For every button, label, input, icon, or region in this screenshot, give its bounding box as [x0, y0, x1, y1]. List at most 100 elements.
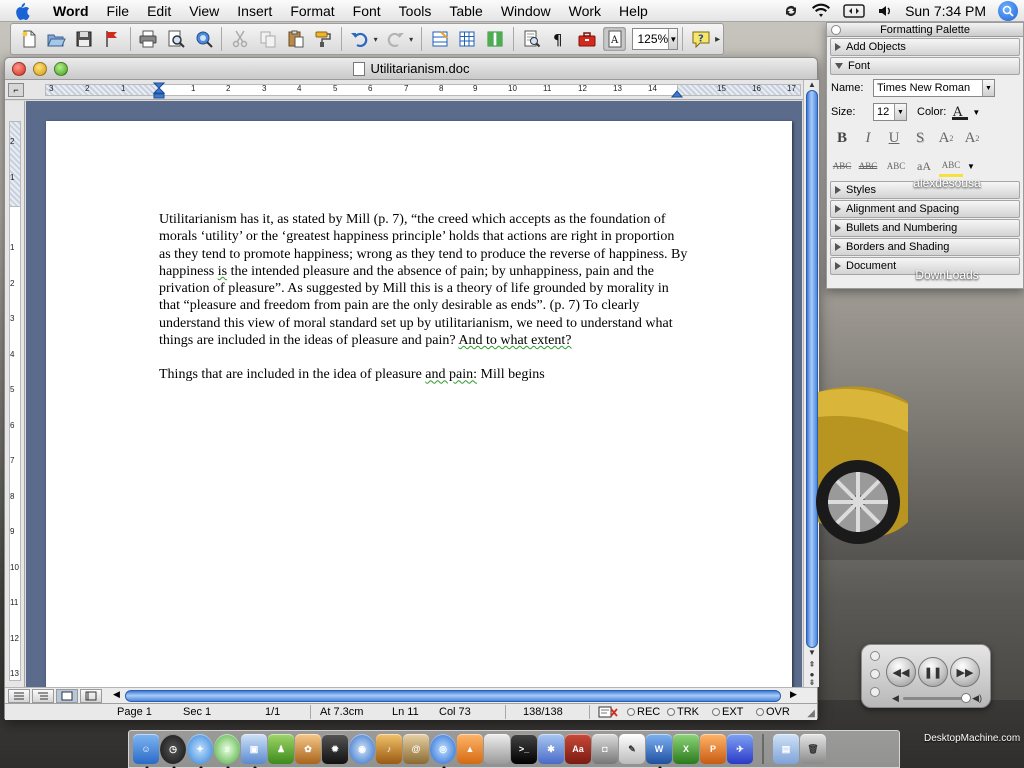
document-body[interactable]: Utilitarianism has it, as stated by Mill… — [159, 211, 689, 401]
resize-grip-icon[interactable]: ◢ — [807, 708, 815, 719]
flag-icon[interactable] — [100, 27, 124, 51]
web-preview-icon[interactable] — [192, 27, 216, 51]
volume-track[interactable] — [902, 692, 971, 703]
volume-slider[interactable]: ◀ ◀) — [892, 692, 982, 703]
notebook-view-button[interactable] — [80, 689, 102, 703]
palette-titlebar[interactable]: Formatting Palette — [827, 23, 1023, 37]
controller-zoom-button[interactable] — [870, 687, 880, 697]
normal-view-button[interactable] — [8, 689, 30, 703]
dock-textedit-icon[interactable]: ✎ — [619, 734, 645, 764]
undo-icon[interactable] — [348, 27, 372, 51]
redo-icon[interactable] — [384, 27, 408, 51]
dock-entourage-icon[interactable]: ✈ — [727, 734, 753, 764]
menu-view[interactable]: View — [180, 0, 228, 22]
help-icon[interactable]: ? — [689, 27, 713, 51]
highlight-button[interactable]: ABC — [939, 155, 963, 177]
dock-finder-icon[interactable]: ☺ — [133, 734, 159, 768]
paragraph-2[interactable]: Things that are included in the idea of … — [159, 366, 689, 383]
dock-powerpoint-icon[interactable]: P — [700, 734, 726, 764]
window-zoom-button[interactable] — [54, 62, 68, 76]
dock-grapher-icon[interactable]: ✱ — [538, 734, 564, 764]
zoom-dropdown-icon[interactable]: ▼ — [668, 29, 678, 49]
dock-iphoto-icon[interactable]: ✿ — [295, 734, 321, 764]
font-color-button[interactable]: A ▼ — [950, 103, 980, 121]
menu-table[interactable]: Table — [440, 0, 491, 22]
scroll-up-icon[interactable]: ▲ — [806, 80, 818, 90]
dock-imovie-icon[interactable]: ✹ — [322, 734, 348, 764]
controller-minimize-button[interactable] — [870, 669, 880, 679]
right-indent-marker-icon[interactable] — [671, 88, 683, 98]
palette-section-add-objects[interactable]: Add Objects — [830, 38, 1020, 56]
print-preview-icon[interactable] — [164, 27, 188, 51]
display-icon[interactable] — [843, 4, 865, 18]
sync-icon[interactable] — [783, 3, 799, 19]
menubar-clock[interactable]: Sun 7:34 PM — [905, 3, 986, 19]
tables-borders-icon[interactable] — [428, 27, 452, 51]
menu-tools[interactable]: Tools — [390, 0, 441, 22]
paste-icon[interactable] — [284, 27, 308, 51]
dock-safari-icon[interactable]: ✦ — [187, 734, 213, 768]
dock-applications-folder-icon[interactable]: ▤ — [773, 734, 799, 764]
menu-insert[interactable]: Insert — [228, 0, 281, 22]
scroll-down-icon[interactable]: ▼ — [806, 648, 818, 658]
status-page[interactable]: Page 1 — [117, 706, 152, 718]
spotlight-icon[interactable] — [998, 1, 1018, 21]
paragraph-1[interactable]: Utilitarianism has it, as stated by Mill… — [159, 211, 689, 349]
bold-button[interactable]: B — [831, 127, 853, 149]
apple-menu[interactable] — [0, 2, 44, 20]
palette-section-font[interactable]: Font — [830, 57, 1020, 75]
formatting-palette-icon[interactable]: A — [602, 27, 627, 51]
window-close-button[interactable] — [12, 62, 26, 76]
indent-marker-icon[interactable] — [153, 82, 165, 100]
strikethrough-button[interactable]: ABC — [831, 155, 853, 177]
previous-track-icon[interactable]: ◀◀ — [886, 657, 916, 687]
dock-terminal-icon[interactable]: >_ — [511, 734, 537, 764]
dock-preview-icon[interactable]: ▣ — [241, 734, 267, 768]
dock-spotlight-icon[interactable]: ◎ — [430, 734, 456, 768]
columns-icon[interactable] — [483, 27, 507, 51]
status-mode-ovr[interactable]: OVR — [756, 706, 790, 718]
copy-icon[interactable] — [256, 27, 280, 51]
dock-idvd-icon[interactable]: ◉ — [349, 734, 375, 764]
dock-vlc-icon[interactable]: ▲ — [457, 734, 483, 764]
dock-apple-icon[interactable] — [484, 734, 510, 764]
open-icon[interactable] — [45, 27, 69, 51]
insert-table-icon[interactable] — [456, 27, 480, 51]
dock-trash-icon[interactable]: 🗑 — [800, 734, 826, 764]
document-page[interactable]: Utilitarianism has it, as stated by Mill… — [46, 121, 792, 687]
horizontal-scroll-thumb[interactable] — [125, 690, 781, 702]
page-layout-view-button[interactable] — [56, 689, 78, 703]
volume-icon[interactable] — [877, 3, 893, 19]
menu-window[interactable]: Window — [492, 0, 560, 22]
palette-close-button[interactable] — [831, 25, 841, 35]
small-caps-button[interactable]: ABC — [883, 155, 909, 177]
menu-help[interactable]: Help — [610, 0, 657, 22]
scroll-right-icon[interactable]: ▶ — [790, 689, 797, 700]
undo-menu-caret[interactable]: ▾ — [374, 35, 382, 44]
zoom-field[interactable]: 125% ▼ — [632, 28, 679, 50]
highlight-dropdown-icon[interactable]: ▼ — [967, 162, 975, 171]
status-mode-trk[interactable]: TRK — [667, 706, 699, 718]
tab-selector-button[interactable]: ⌐ — [8, 83, 24, 97]
pause-icon[interactable]: ❚❚ — [918, 657, 948, 687]
superscript-button[interactable]: A2 — [935, 127, 957, 149]
dock-itunes-icon[interactable]: ♫ — [214, 734, 240, 768]
dock-automator-icon[interactable]: ♟ — [268, 734, 294, 764]
underline-button[interactable]: U — [883, 127, 905, 149]
controller-close-button[interactable] — [870, 651, 880, 661]
menu-edit[interactable]: Edit — [138, 0, 180, 22]
all-caps-button[interactable]: aA — [913, 155, 935, 177]
menu-format[interactable]: Format — [281, 0, 343, 22]
dock-dashboard-icon[interactable]: ◷ — [160, 734, 186, 768]
dock-word-icon[interactable]: W — [646, 734, 672, 768]
volume-knob[interactable] — [960, 692, 971, 703]
dock-dictionary-icon[interactable]: Aa — [565, 734, 591, 764]
menu-app-word[interactable]: Word — [44, 0, 98, 22]
palette-section-bullets-numbering[interactable]: Bullets and Numbering — [830, 219, 1020, 237]
document-map-icon[interactable] — [520, 27, 544, 51]
desktop-icon-downloads-folder[interactable]: DownLoads — [902, 268, 992, 282]
shadow-button[interactable]: S — [909, 127, 931, 149]
dock-address-book-icon[interactable]: @ — [403, 734, 429, 764]
spelling-status-icon[interactable] — [597, 705, 619, 719]
dock-image-capture-icon[interactable]: ◘ — [592, 734, 618, 764]
